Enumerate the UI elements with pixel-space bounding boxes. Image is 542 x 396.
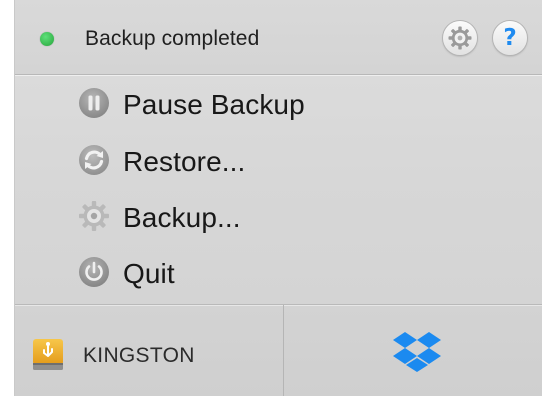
gear-icon [79,201,109,231]
menu-item-restore[interactable]: Restore... [15,135,542,185]
drive-label: KINGSTON [83,344,195,367]
help-button[interactable]: ? [493,21,527,55]
status-text: Backup completed [85,27,260,50]
power-icon [79,257,109,287]
backup-menu-panel: Backup completed ? Pause Backup Restore.… [14,0,542,396]
footer: KINGSTON [15,304,542,396]
settings-button[interactable] [443,21,477,55]
usb-drive-icon [33,339,63,370]
menu-item-quit[interactable]: Quit [15,247,542,297]
status-indicator [40,32,54,46]
menu-item-label: Pause Backup [123,89,305,120]
menu-item-backup[interactable]: Backup... [15,191,542,241]
menu-item-label: Backup... [123,202,241,233]
gear-icon [448,26,472,50]
menu-item-label: Restore... [123,146,246,177]
restore-icon [79,145,109,175]
dropbox-icon [393,332,441,372]
dropbox-button[interactable] [284,305,542,396]
backup-drive-button[interactable]: KINGSTON [15,305,283,396]
help-icon: ? [503,24,517,51]
pause-icon [79,88,109,118]
status-header: Backup completed ? [15,0,542,75]
menu-item-pause-backup[interactable]: Pause Backup [15,78,542,128]
menu-item-label: Quit [123,258,175,289]
